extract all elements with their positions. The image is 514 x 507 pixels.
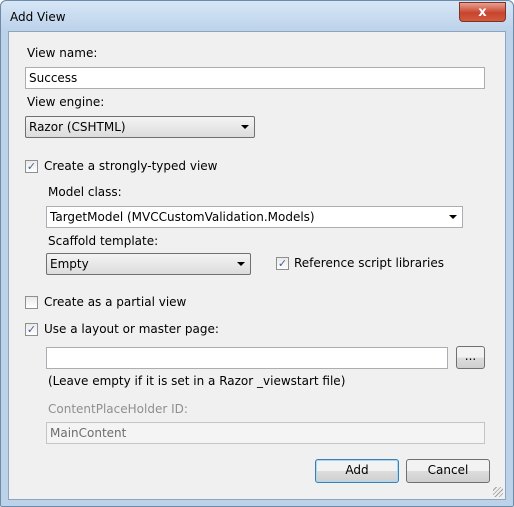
chevron-down-icon — [237, 262, 245, 266]
view-engine-select[interactable]: Razor (CSHTML) — [25, 116, 255, 138]
model-class-select[interactable]: TargetModel (MVCCustomValidation.Models) — [46, 206, 463, 228]
close-button[interactable]: x — [459, 2, 506, 22]
reference-scripts-checkbox[interactable]: ✓ — [276, 257, 289, 270]
layout-label: Use a layout or master page: — [44, 322, 219, 336]
dialog-title: Add View — [10, 10, 66, 24]
placeholder-id-input[interactable]: MainContent — [46, 422, 485, 444]
view-name-label: View name: — [27, 46, 98, 60]
strongly-typed-checkbox[interactable]: ✓ — [25, 160, 38, 173]
view-engine-value: Razor (CSHTML) — [29, 120, 126, 134]
scaffold-template-value: Empty — [50, 257, 89, 271]
view-engine-label: View engine: — [27, 95, 105, 109]
scaffold-template-label: Scaffold template: — [48, 234, 159, 248]
add-button[interactable]: Add — [315, 459, 399, 483]
layout-hint-text: (Leave empty if it is set in a Razor _vi… — [48, 374, 346, 388]
layout-path-input[interactable] — [46, 347, 448, 369]
partial-view-checkbox[interactable] — [25, 296, 38, 309]
model-class-value: TargetModel (MVCCustomValidation.Models) — [50, 210, 315, 224]
reference-scripts-label: Reference script libraries — [294, 256, 444, 270]
placeholder-id-label: ContentPlaceHolder ID: — [48, 402, 188, 416]
browse-button[interactable]: ... — [456, 346, 485, 369]
model-class-label: Model class: — [48, 185, 122, 199]
add-view-dialog: Add View x View name: Success View engin… — [0, 0, 514, 507]
resize-grip[interactable] — [493, 487, 503, 497]
partial-view-label: Create as a partial view — [44, 295, 187, 309]
title-bar[interactable]: Add View x — [1, 1, 513, 31]
strongly-typed-label: Create a strongly-typed view — [44, 159, 218, 173]
cancel-button[interactable]: Cancel — [406, 459, 490, 483]
chevron-down-icon — [449, 215, 457, 219]
close-icon: x — [478, 4, 487, 20]
chevron-down-icon — [241, 125, 249, 129]
layout-checkbox[interactable]: ✓ — [25, 323, 38, 336]
scaffold-template-select[interactable]: Empty — [46, 253, 251, 275]
view-name-input[interactable]: Success — [25, 67, 485, 89]
dialog-body: View name: Success View engine: Razor (C… — [8, 31, 506, 500]
